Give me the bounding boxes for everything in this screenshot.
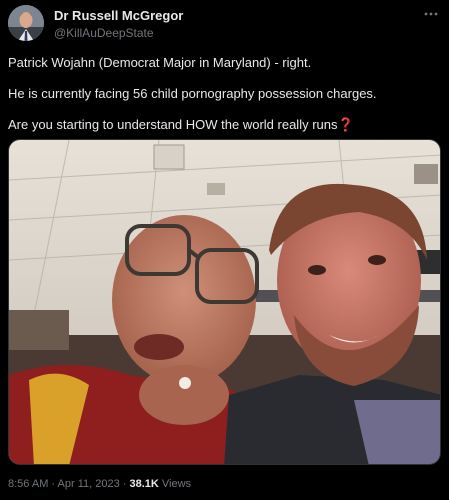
views-count: 38.1K: [129, 478, 159, 490]
tweet-text-line: Patrick Wojahn (Democrat Major in Maryla…: [8, 55, 312, 70]
author-avatar[interactable]: [8, 5, 44, 41]
meta-separator: ·: [119, 478, 130, 490]
tweet-photo[interactable]: [8, 139, 441, 465]
tweet-date[interactable]: Apr 11, 2023: [58, 478, 120, 490]
tweet-metadata: 8:56 AM · Apr 11, 2023 · 38.1K Views: [8, 478, 191, 490]
question-mark-emoji-icon: ❓: [337, 117, 354, 132]
photo-image: [9, 140, 440, 464]
tweet-header: Dr Russell McGregor @KillAuDeepState: [8, 4, 441, 44]
meta-separator: ·: [48, 478, 58, 490]
tweet-text-line-content: Are you starting to understand HOW the w…: [8, 117, 338, 132]
author-display-name[interactable]: Dr Russell McGregor: [54, 8, 183, 23]
tweet-text-line: Are you starting to understand HOW the w…: [8, 117, 354, 133]
tweet-card: Dr Russell McGregor @KillAuDeepState Pat…: [0, 0, 449, 500]
tweet-text-line: He is currently facing 56 child pornogra…: [8, 86, 377, 101]
author-handle[interactable]: @KillAuDeepState: [54, 26, 154, 40]
more-horizontal-icon[interactable]: [421, 6, 441, 26]
views-label: Views: [158, 478, 192, 490]
avatar-image: [8, 5, 44, 41]
tweet-time[interactable]: 8:56 AM: [8, 478, 48, 490]
